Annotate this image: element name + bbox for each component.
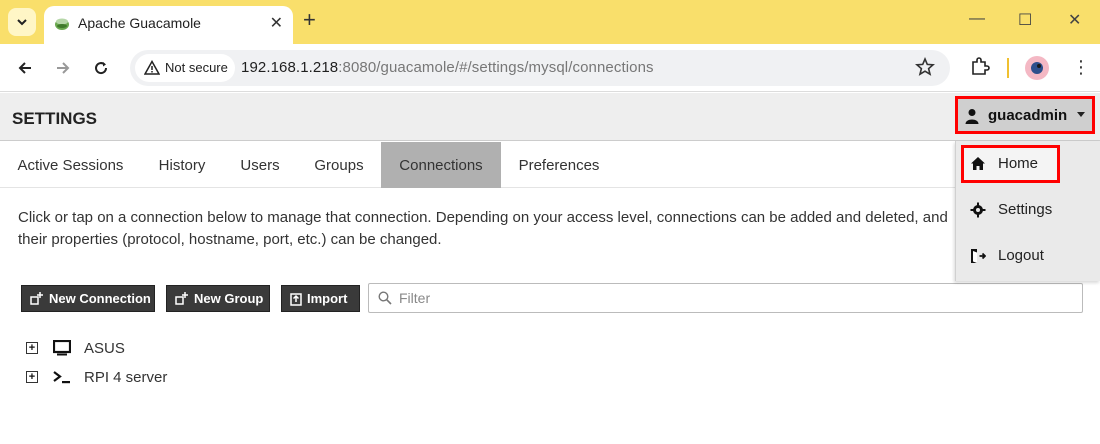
new-tab-button[interactable]: + [303, 9, 316, 31]
minimize-button[interactable]: — [969, 10, 985, 28]
profile-separator [1007, 58, 1009, 78]
search-icon [378, 291, 392, 305]
browser-tab[interactable]: Apache Guacamole ✕ [44, 6, 293, 44]
terminal-icon [53, 371, 70, 384]
maximize-button[interactable]: ☐ [1018, 10, 1032, 30]
page-title: SETTINGS [12, 109, 98, 128]
new-group-button[interactable]: New Group [166, 285, 270, 312]
tab-users[interactable]: Users [223, 142, 297, 188]
reload-button[interactable] [89, 56, 113, 80]
tab-preferences[interactable]: Preferences [501, 142, 617, 188]
tab-active-sessions[interactable]: Active Sessions [0, 142, 141, 188]
new-group-label: New Group [194, 291, 264, 306]
menu-label-home: Home [998, 155, 1039, 172]
window-close-button[interactable]: ✕ [1068, 10, 1081, 30]
forward-arrow-icon [57, 62, 70, 74]
url-path: :8080/guacamole/#/settings/mysql/connect… [338, 59, 654, 76]
tab-history[interactable]: History [141, 142, 223, 188]
connection-name: RPI 4 server [84, 368, 168, 386]
url-host: 192.168.1.218 [241, 59, 339, 76]
back-arrow-icon [18, 62, 31, 74]
extensions-icon[interactable] [969, 56, 991, 78]
guacamole-favicon-icon [55, 18, 69, 30]
import-button[interactable]: Import [281, 285, 360, 312]
forward-button[interactable] [51, 56, 75, 80]
warning-icon [144, 60, 160, 75]
back-button[interactable] [13, 56, 37, 80]
url-text[interactable]: 192.168.1.218:8080/guacamole/#/settings/… [241, 59, 654, 76]
connection-name: ASUS [84, 339, 125, 357]
user-menu-button[interactable]: guacadmin [955, 96, 1095, 134]
reload-icon [95, 62, 108, 75]
security-label: Not secure [165, 60, 228, 75]
caret-down-icon [1077, 112, 1085, 117]
menu-item-settings[interactable]: Settings [956, 187, 1100, 233]
menu-label-settings: Settings [998, 201, 1053, 218]
settings-tabs: Active Sessions History Users Groups Con… [0, 142, 1100, 188]
username-label: guacadmin [988, 107, 1068, 124]
guacamole-settings-page: SETTINGS guacadmin Active Sessions Histo… [0, 93, 1100, 444]
address-bar[interactable]: Not secure 192.168.1.218:8080/guacamole/… [130, 50, 950, 86]
menu-item-logout[interactable]: Logout [956, 233, 1100, 279]
browser-tab-bar: Apache Guacamole ✕ + — ☐ ✕ [0, 0, 1100, 44]
avatar-icon [1031, 62, 1043, 74]
tab-close-icon[interactable]: ✕ [270, 13, 283, 33]
filter-input[interactable] [399, 288, 1069, 308]
connection-row-asus[interactable]: + ASUS [26, 336, 125, 360]
expand-toggle[interactable]: + [26, 342, 38, 354]
new-connection-label: New Connection [49, 291, 151, 306]
add-connection-icon [30, 292, 43, 305]
logout-icon [971, 249, 986, 263]
monitor-icon [53, 340, 71, 356]
tab-title: Apache Guacamole [78, 15, 201, 31]
import-label: Import [307, 291, 348, 306]
home-icon [971, 157, 985, 170]
import-icon [290, 292, 302, 306]
menu-item-home[interactable]: Home [956, 141, 1100, 187]
connection-row-rpi[interactable]: + RPI 4 server [26, 365, 167, 389]
connections-description: Click or tap on a connection below to ma… [18, 209, 948, 248]
bookmark-star-icon[interactable] [914, 56, 936, 78]
new-connection-button[interactable]: New Connection [21, 285, 155, 312]
gear-icon [970, 202, 986, 218]
tab-connections[interactable]: Connections [381, 142, 501, 188]
filter-field[interactable] [368, 283, 1083, 313]
add-group-icon [175, 292, 188, 305]
user-icon [965, 109, 979, 124]
chevron-down-icon [17, 19, 27, 26]
browser-toolbar: Not secure 192.168.1.218:8080/guacamole/… [0, 44, 1100, 92]
tab-groups[interactable]: Groups [297, 142, 381, 188]
tab-search-button[interactable] [8, 8, 36, 36]
settings-header: SETTINGS guacadmin [0, 93, 1100, 141]
user-dropdown-menu: Home Settings Logout [955, 141, 1100, 281]
profile-avatar[interactable] [1025, 56, 1049, 80]
menu-label-logout: Logout [998, 247, 1044, 264]
expand-toggle[interactable]: + [26, 371, 38, 383]
browser-menu-button[interactable]: ⋮ [1072, 56, 1090, 78]
